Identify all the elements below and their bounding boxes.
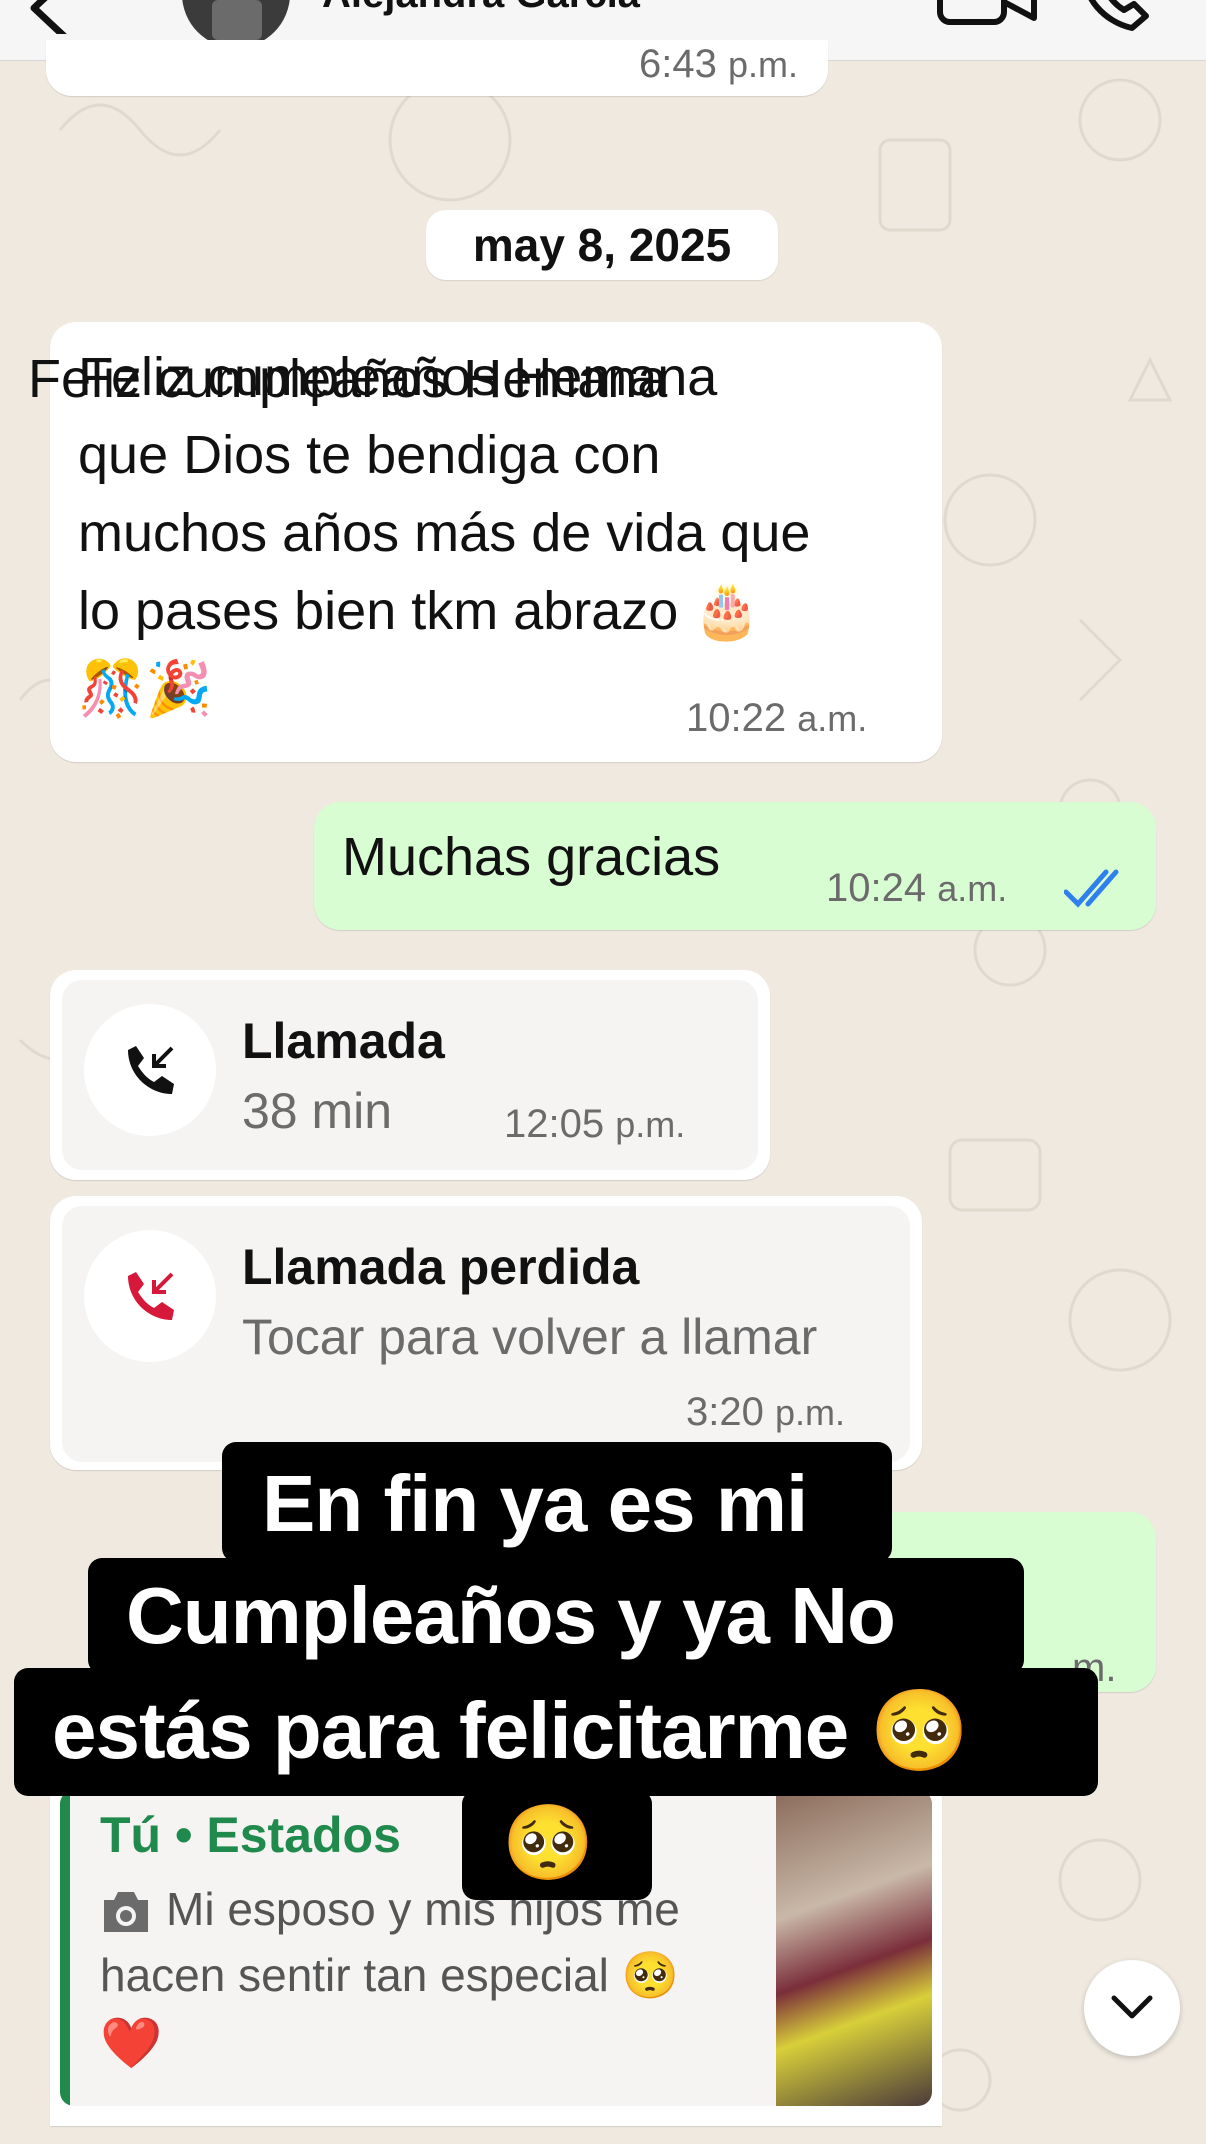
status-thumbnail[interactable]	[776, 1790, 932, 2106]
contact-name[interactable]: Alejandra García	[322, 0, 640, 17]
read-receipt-icon	[1064, 869, 1119, 908]
message-line: lo pases bien tkm abrazo 🎂	[78, 581, 761, 641]
message-time: 12:05 p.m.	[504, 1102, 686, 1146]
back-chevron-icon[interactable]	[20, 0, 80, 34]
message-text: Muchas gracias	[342, 827, 721, 887]
caption-line: En fin ya es mi	[262, 1459, 808, 1548]
message-time: 10:24 a.m.	[826, 866, 1008, 910]
message-time: 6:43 p.m.	[639, 42, 798, 86]
missed-call-icon	[128, 1272, 174, 1320]
status-source-label: Tú • Estados	[100, 1807, 401, 1863]
previous-message-bubble[interactable]: 6:43 p.m.	[46, 40, 828, 96]
message-line: muchos años más de vida que	[78, 503, 811, 563]
incoming-call-icon	[128, 1046, 174, 1094]
call-callback-hint[interactable]: Tocar para volver a llamar	[242, 1308, 817, 1366]
phone-icon[interactable]	[1080, 0, 1160, 32]
call-duration: 38 min	[242, 1083, 393, 1139]
caption-line: estás para felicitarme 🥺	[52, 1686, 969, 1775]
message-line: Feliz cumpleaños Hemana	[78, 347, 718, 407]
caption-line: 🥺	[502, 1801, 594, 1884]
chevron-down-icon	[1111, 1995, 1153, 2019]
call-title: Llamada perdida	[242, 1239, 640, 1295]
camera-icon	[104, 1892, 148, 1932]
message-line: que Dios te bendiga con	[78, 425, 661, 485]
call-title: Llamada	[242, 1013, 445, 1069]
quote-accent-bar	[60, 1790, 70, 2106]
message-time: 3:20 p.m.	[686, 1390, 845, 1434]
caption-line: Cumpleaños y ya No	[126, 1571, 896, 1660]
scroll-to-bottom-button[interactable]	[1084, 1960, 1180, 2056]
message-time: 10:22 a.m.	[686, 696, 868, 740]
video-camera-icon[interactable]	[936, 0, 1040, 28]
status-text-line: hacen sentir tan especial 🥺	[100, 1949, 679, 2001]
message-line: 🎊🎉	[78, 659, 213, 719]
status-text-line: ❤️	[100, 2015, 163, 2071]
date-separator: may 8, 2025	[426, 210, 778, 280]
